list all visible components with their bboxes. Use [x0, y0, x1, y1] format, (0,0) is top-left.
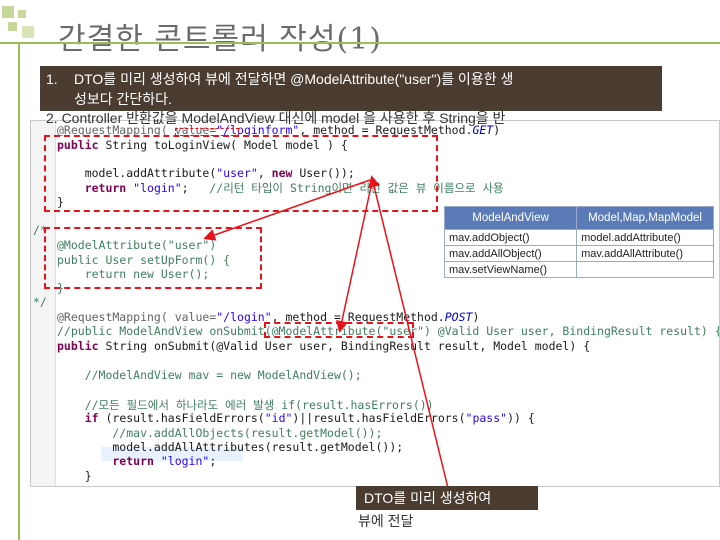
table-cell: model.addAttribute()	[576, 229, 714, 246]
mav-model-comparison-table: ModelAndView Model,Map,MapModel mav.addO…	[443, 206, 714, 278]
table-cell: mav.setViewName()	[443, 261, 578, 278]
decorative-squares	[0, 0, 40, 60]
code-line: //mav.addAllObjects(result.getModel());	[57, 426, 383, 440]
table-cell: mav.addObject()	[443, 229, 578, 246]
table-row: mav.addObject() model.addAttribute()	[443, 229, 714, 246]
slide-title: 간결한 콘트롤러 작성(1)	[58, 22, 382, 57]
title-underline-left	[0, 42, 40, 44]
code-line: */	[33, 295, 47, 309]
table-cell: mav.addAllAttribute()	[576, 245, 714, 262]
table-row: mav.setViewName()	[443, 261, 714, 278]
highlight-box-toLoginView	[44, 135, 438, 212]
note-item-1-line2: 성보다 간단하다.	[74, 91, 172, 107]
title-underline	[40, 42, 720, 44]
code-line: return "login";	[57, 454, 217, 468]
left-accent-line	[18, 44, 20, 540]
highlight-box-modelattribute-param	[264, 322, 414, 338]
table-header-modelandview: ModelAndView	[443, 206, 578, 230]
callout-box-line2: 뷰에 전달	[358, 513, 414, 529]
highlight-box-setUpForm	[44, 227, 262, 289]
note-item-1-number: 1.	[46, 71, 58, 87]
code-line: public String onSubmit(@Valid User user,…	[57, 339, 591, 353]
code-line: }	[57, 469, 92, 483]
code-line: //ModelAndView mav = new ModelAndView();	[57, 368, 362, 382]
table-cell	[576, 261, 714, 278]
callout-box: DTO를 미리 생성하여	[356, 486, 538, 510]
code-line: if (result.hasFieldErrors("id")||result.…	[57, 411, 535, 425]
table-header-model: Model,Map,MapModel	[576, 206, 714, 230]
table-row: mav.addAllObject() mav.addAllAttribute()	[443, 245, 714, 262]
code-line: model.addAllAttributes(result.getModel()…	[57, 440, 404, 454]
note-item-1: 1. DTO를 미리 생성하여 뷰에 전달하면 @ModelAttribute("…	[40, 66, 662, 111]
note-item-1-line1: DTO를 미리 생성하여 뷰에 전달하면 @ModelAttribute("us…	[74, 71, 514, 87]
note-item-2: 2. Controller 반환값을 ModelAndView 대신에 mode…	[46, 110, 506, 126]
highlight-box-callout-target	[175, 128, 239, 136]
table-cell: mav.addAllObject()	[443, 245, 578, 262]
